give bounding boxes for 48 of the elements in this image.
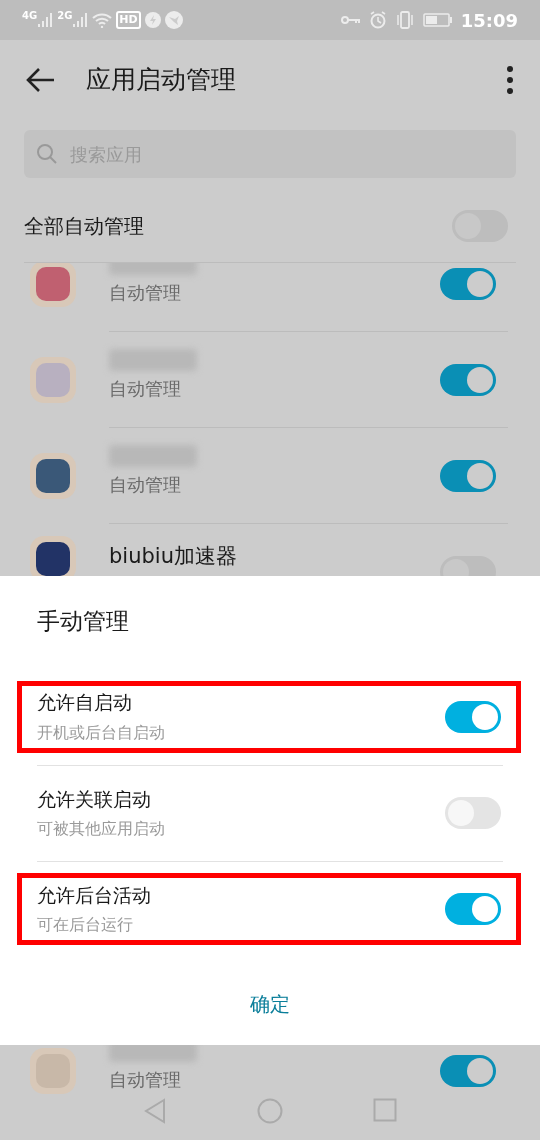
option-row[interactable]: 允许自启动 开机或后台自启动 bbox=[17, 680, 521, 753]
toggle-switch[interactable] bbox=[440, 267, 496, 300]
app-icon bbox=[30, 453, 76, 499]
toggle-switch[interactable] bbox=[445, 700, 501, 733]
app-status: 自动管理 bbox=[109, 1068, 182, 1092]
app-status: 自动管理 bbox=[109, 472, 182, 497]
recents-icon[interactable] bbox=[373, 1098, 397, 1122]
option-row[interactable]: 允许后台活动 可在后台运行 bbox=[17, 873, 521, 945]
clock-time: 15:09 bbox=[460, 8, 518, 33]
more-icon[interactable] bbox=[506, 65, 514, 95]
vibrate-icon bbox=[394, 11, 415, 29]
auto-manage-all-label: 全部自动管理 bbox=[24, 213, 145, 240]
bird-icon bbox=[164, 11, 183, 29]
app-icon bbox=[30, 1048, 76, 1094]
toggle-switch[interactable] bbox=[445, 797, 501, 829]
sheet-title: 手动管理 bbox=[37, 607, 130, 636]
signal-icon bbox=[37, 13, 54, 27]
app-status: 自动管理 bbox=[109, 280, 182, 305]
bolt-icon bbox=[144, 12, 161, 28]
search-icon bbox=[36, 143, 58, 165]
signal-icon bbox=[72, 13, 89, 27]
option-row[interactable]: 允许关联启动 可被其他应用启动 bbox=[17, 777, 521, 849]
home-icon[interactable] bbox=[257, 1098, 283, 1124]
wifi-icon bbox=[92, 12, 113, 28]
toggle-switch[interactable] bbox=[440, 1055, 496, 1087]
app-status: 自动管理 bbox=[109, 376, 182, 401]
option-label: 允许自启动 bbox=[37, 690, 133, 716]
app-name: biubiu加速器 bbox=[109, 543, 238, 570]
toggle-switch[interactable] bbox=[440, 363, 496, 396]
alarm-icon bbox=[368, 11, 387, 29]
option-label: 允许后台活动 bbox=[37, 882, 152, 908]
option-description: 可在后台运行 bbox=[37, 914, 134, 937]
confirm-button[interactable]: 确定 bbox=[234, 980, 306, 1027]
toggle-switch[interactable] bbox=[445, 893, 501, 925]
option-description: 开机或后台自启动 bbox=[37, 721, 166, 744]
app-icon bbox=[30, 263, 76, 307]
battery-icon bbox=[422, 13, 453, 27]
option-description: 可被其他应用启动 bbox=[37, 818, 166, 841]
network-label: 2G bbox=[57, 9, 73, 23]
option-label: 允许关联启动 bbox=[37, 786, 152, 812]
network-label: 4G bbox=[22, 9, 38, 23]
app-icon bbox=[30, 357, 76, 403]
back-icon[interactable] bbox=[143, 1098, 167, 1124]
page-title: 应用启动管理 bbox=[86, 64, 236, 97]
key-icon bbox=[340, 15, 361, 25]
toggle-switch[interactable] bbox=[440, 459, 496, 492]
back-arrow-icon[interactable] bbox=[26, 67, 56, 93]
hd-badge: HD bbox=[116, 11, 141, 29]
